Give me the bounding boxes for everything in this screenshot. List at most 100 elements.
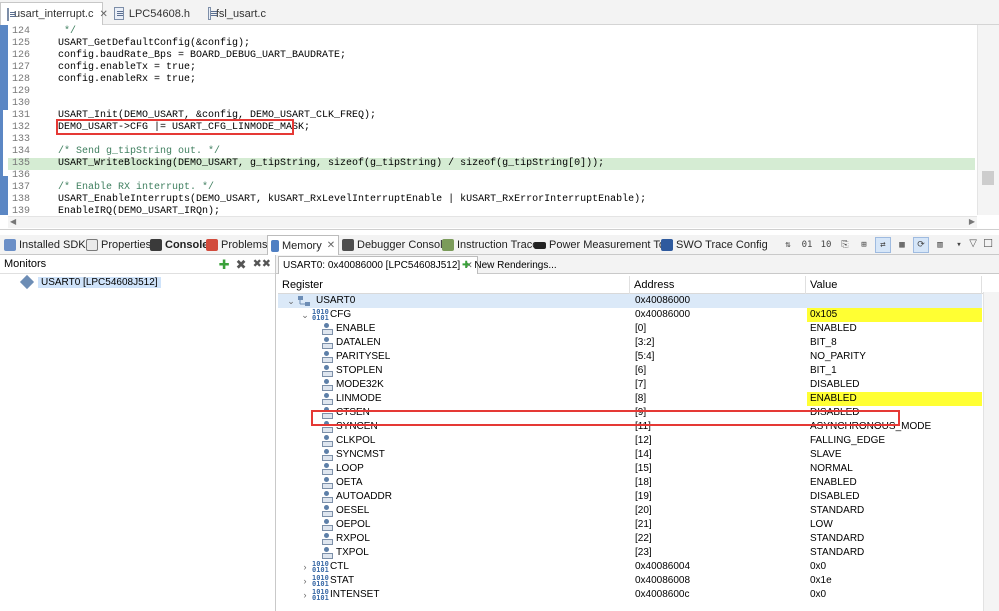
table-row[interactable]: OETA [18] ENABLED — [278, 476, 982, 490]
bitfield-icon — [322, 337, 333, 349]
bitfield-icon — [322, 435, 333, 447]
tab-memory[interactable]: Memory ✕ — [267, 235, 340, 255]
tab-console[interactable]: Console — [150, 235, 208, 255]
table-row[interactable]: ENABLE [0] ENABLED — [278, 322, 982, 336]
table-row[interactable]: LINMODE [8] ENABLED — [278, 392, 982, 406]
table-row[interactable]: SYNCMST [14] SLAVE — [278, 448, 982, 462]
expand-icon[interactable]: › — [300, 574, 310, 588]
tab-swo-trace-config[interactable]: SWO Trace Config — [661, 235, 768, 255]
register-value[interactable]: 0x0 — [807, 560, 982, 574]
close-icon[interactable]: ✕ — [327, 240, 335, 251]
tab-instruction-trace[interactable]: Instruction Trace — [442, 235, 538, 255]
register-name: AUTOADDR — [336, 491, 392, 502]
table-row[interactable]: › 1010 0101 INTENSET 0x4008600c 0x0 — [278, 588, 982, 602]
editor-tab-fsl-usart[interactable]: fsl_usart.c — [202, 2, 272, 25]
column-header-register[interactable]: Register — [278, 276, 630, 294]
peripheral-icon — [298, 296, 310, 306]
expand-icon[interactable]: › — [300, 588, 310, 602]
register-value[interactable]: ENABLED — [807, 322, 982, 336]
table-row[interactable]: STOPLEN [6] BIT_1 — [278, 364, 982, 378]
editor-tab-lpc54608h[interactable]: LPC54608.h — [108, 2, 196, 25]
view-tab-bar: Installed SDKs Properties Console Proble… — [0, 235, 999, 255]
link-icon[interactable]: ⇄ — [875, 237, 891, 253]
register-value[interactable]: LOW — [807, 518, 982, 532]
tab-installed-sdks[interactable]: Installed SDKs — [4, 235, 91, 255]
register-value[interactable]: DISABLED — [807, 490, 982, 504]
register-value[interactable]: NORMAL — [807, 462, 982, 476]
memory-monitor-icon — [19, 274, 35, 290]
register-value[interactable]: FALLING_EDGE — [807, 434, 982, 448]
code-line: 125 USART_GetDefaultConfig(&config); — [12, 38, 251, 49]
remove-all-monitors-icon[interactable]: ✖✖ — [253, 257, 271, 273]
minimize-icon[interactable]: ▽ — [969, 238, 977, 249]
register-value[interactable]: 0x105 — [807, 308, 982, 322]
register-value[interactable]: SLAVE — [807, 448, 982, 462]
collapse-icon[interactable]: ⌄ — [286, 294, 296, 308]
add-monitor-icon[interactable]: ✚ — [219, 257, 230, 273]
tab-power-measurement-tool[interactable]: Power Measurement Tool — [534, 235, 674, 255]
register-value[interactable]: ENABLED — [807, 392, 982, 406]
export-icon[interactable]: ⎘ — [837, 237, 853, 253]
memory-toolbar: ⇅ 01 10 ⎘ ⊞ ⇄ ▦ ⟳ ▥ ▾ — [780, 237, 967, 253]
register-value[interactable]: STANDARD — [807, 504, 982, 518]
register-value[interactable]: BIT_1 — [807, 364, 982, 378]
register-name: MODE32K — [336, 379, 384, 390]
table-row[interactable]: › 1010 0101 STAT 0x40086008 0x1e — [278, 574, 982, 588]
hex-format-icon[interactable]: 10 — [818, 237, 834, 253]
maximize-icon[interactable]: ☐ — [983, 237, 993, 250]
table-row[interactable]: OESEL [20] STANDARD — [278, 504, 982, 518]
register-value[interactable]: BIT_8 — [807, 336, 982, 350]
editor-horizontal-scrollbar[interactable]: ◀ ▶ — [8, 216, 977, 228]
register-value[interactable]: STANDARD — [807, 546, 982, 560]
table-row[interactable]: PARITYSEL [5:4] NO_PARITY — [278, 350, 982, 364]
rendering-tab-bar: USART0: 0x40086000 [LPC54608J512] ✕ ✚ Ne… — [276, 255, 999, 274]
column-header-address[interactable]: Address — [630, 276, 806, 294]
binary-format-icon[interactable]: 01 — [799, 237, 815, 253]
register-value[interactable]: ENABLED — [807, 476, 982, 490]
collapse-icon[interactable]: ⌄ — [300, 308, 310, 322]
table-row[interactable]: RXPOL [22] STANDARD — [278, 532, 982, 546]
remove-monitor-icon[interactable]: ✖ — [236, 257, 247, 273]
table-row[interactable]: TXPOL [23] STANDARD — [278, 546, 982, 560]
table-row[interactable]: CLKPOL [12] FALLING_EDGE — [278, 434, 982, 448]
register-address: [5:4] — [635, 351, 655, 362]
column-header-value[interactable]: Value — [806, 276, 982, 294]
import-icon[interactable]: ⇅ — [780, 237, 796, 253]
register-value[interactable]: DISABLED — [807, 378, 982, 392]
memory-pane: USART0: 0x40086000 [LPC54608J512] ✕ ✚ Ne… — [276, 255, 999, 611]
table-row[interactable]: DATALEN [3:2] BIT_8 — [278, 336, 982, 350]
register-address: [14] — [635, 449, 652, 460]
table-row[interactable]: LOOP [15] NORMAL — [278, 462, 982, 476]
tab-debugger-console[interactable]: Debugger Console — [342, 235, 449, 255]
new-tab-icon[interactable]: ⊞ — [856, 237, 872, 253]
register-value[interactable]: NO_PARITY — [807, 350, 982, 364]
table-row[interactable]: ⌄ 1010 0101 CFG 0x40086000 0x105 — [278, 308, 982, 322]
rendering-tab-usart0[interactable]: USART0: 0x40086000 [LPC54608J512] ✕ — [278, 256, 478, 274]
memory-vertical-scrollbar[interactable] — [983, 292, 999, 611]
grid-icon[interactable]: ▦ — [894, 237, 910, 253]
tab-problems[interactable]: Problems — [206, 235, 267, 255]
register-name: ENABLE — [336, 323, 376, 334]
close-icon[interactable]: ✕ — [99, 9, 107, 20]
split-icon[interactable]: ▥ — [932, 237, 948, 253]
register-value[interactable]: 0x0 — [807, 588, 982, 602]
register-value[interactable]: STANDARD — [807, 532, 982, 546]
editor-vertical-scrollbar[interactable] — [977, 25, 999, 215]
register-value[interactable]: 0x1e — [807, 574, 982, 588]
table-row[interactable]: ⌄ USART0 0x40086000 — [278, 294, 982, 308]
view-menu-icon[interactable]: ▾ — [951, 237, 967, 253]
register-value[interactable] — [807, 294, 982, 308]
new-renderings-tab[interactable]: ✚ New Renderings... — [458, 256, 561, 274]
instruction-trace-icon — [442, 239, 454, 251]
tab-properties[interactable]: Properties — [86, 235, 151, 255]
editor-tab-usart-interrupt[interactable]: usart_interrupt.c ✕ — [0, 2, 108, 25]
table-row[interactable]: AUTOADDR [19] DISABLED — [278, 490, 982, 504]
table-row[interactable]: MODE32K [7] DISABLED — [278, 378, 982, 392]
table-row[interactable]: OEPOL [21] LOW — [278, 518, 982, 532]
sync-icon[interactable]: ⟳ — [913, 237, 929, 253]
table-row[interactable]: › 1010 0101 CTL 0x40086004 0x0 — [278, 560, 982, 574]
expand-icon[interactable]: › — [300, 560, 310, 574]
bitfield-icon — [322, 491, 333, 503]
code-editor[interactable]: 124 */ 125 USART_GetDefaultConfig(&confi… — [0, 25, 999, 230]
monitor-item-usart0[interactable]: USART0 [LPC54608J512] — [19, 274, 161, 290]
